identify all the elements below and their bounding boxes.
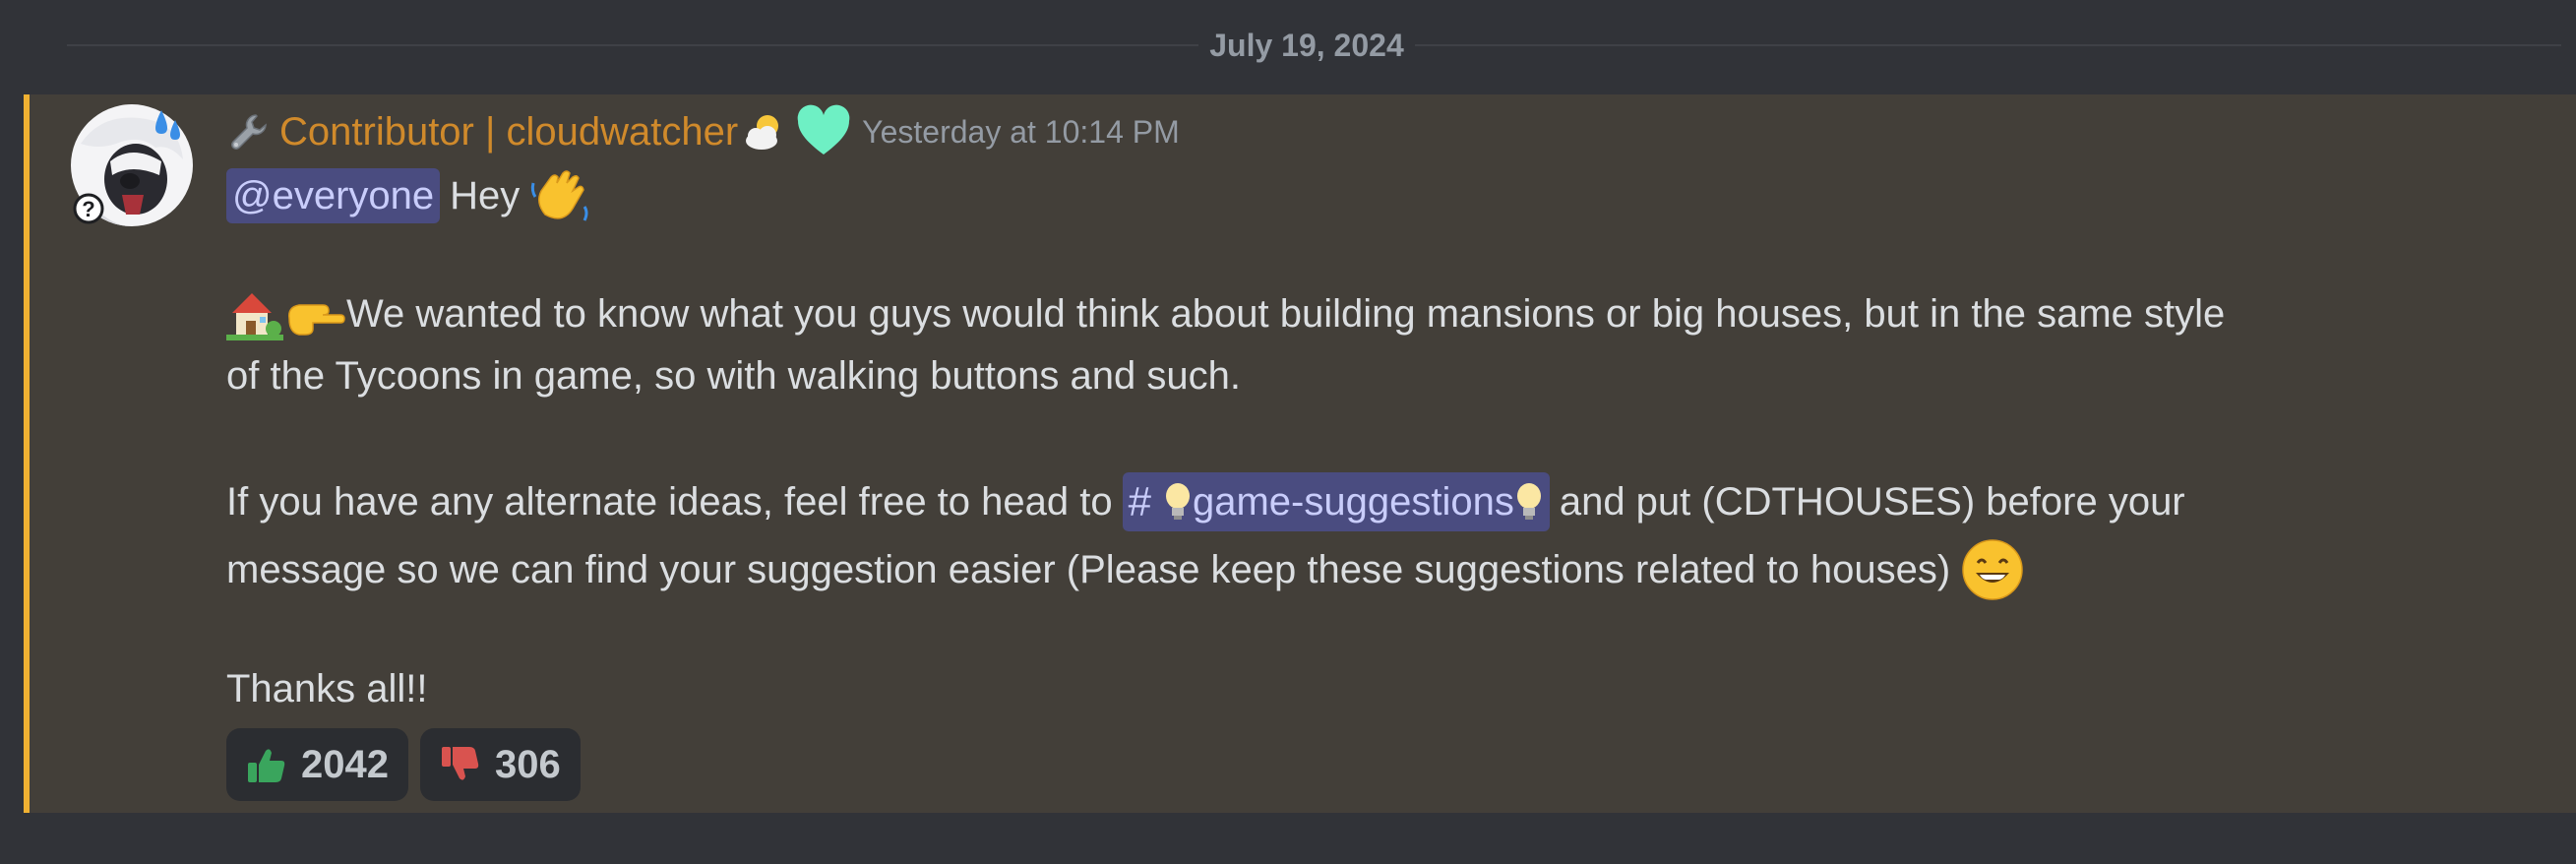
channel-mention-game-suggestions[interactable]: # game-suggestions xyxy=(1122,472,1550,531)
svg-text:?: ? xyxy=(82,197,94,221)
reaction-count: 306 xyxy=(494,742,561,786)
line-2-text: We wanted to know what you guys would th… xyxy=(346,292,2226,336)
channel-name: game-suggestions xyxy=(1192,480,1514,524)
line-4-text-a: If you have any alternate ideas, feel fr… xyxy=(226,480,1113,524)
message-header: Contributor | cloudwatcher Yesterday at … xyxy=(226,103,1180,160)
reaction-count: 2042 xyxy=(301,742,389,786)
message-line-6: Thanks all!! xyxy=(226,661,428,716)
channel-hash-icon: # xyxy=(1128,478,1151,525)
thumbs-up-icon xyxy=(248,749,285,782)
divider-date: July 19, 2024 xyxy=(1209,28,1404,63)
green-heart-icon[interactable] xyxy=(795,103,852,160)
light-bulb-icon xyxy=(1165,483,1190,520)
message-highlighted[interactable]: ? Contributor | cloudwatcher Yesterday a… xyxy=(24,94,2576,813)
light-bulb-icon xyxy=(1516,483,1541,520)
author-name[interactable]: Contributor | cloudwatcher xyxy=(279,106,738,157)
sun-behind-cloud-icon xyxy=(746,115,779,150)
line-1-text: Hey xyxy=(450,174,521,217)
everyone-mention[interactable]: @everyone xyxy=(226,168,441,223)
house-with-garden-icon xyxy=(226,293,283,340)
thumbs-down-icon xyxy=(441,747,479,780)
message-line-1: @everyone Hey xyxy=(226,163,592,228)
reactions-bar: 2042 306 xyxy=(226,728,581,801)
message-line-3: of the Tycoons in game, so with walking … xyxy=(226,348,1241,403)
waving-hand-icon xyxy=(531,170,588,221)
backhand-index-pointing-right-icon xyxy=(287,304,345,336)
message-line-4: If you have any alternate ideas, feel fr… xyxy=(226,472,2185,531)
reaction-thumbs-up[interactable]: 2042 xyxy=(226,728,408,801)
divider-line-right xyxy=(1415,44,2561,46)
line-5-text: message so we can find your suggestion e… xyxy=(226,548,1951,591)
line-3-text: of the Tycoons in game, so with walking … xyxy=(226,354,1241,398)
message-line-2: We wanted to know what you guys would th… xyxy=(226,285,2225,342)
line-6-text: Thanks all!! xyxy=(226,667,428,710)
grinning-face-with-smiling-eyes-icon xyxy=(1962,539,2023,600)
date-divider: July 19, 2024 xyxy=(67,0,2561,91)
message-timestamp[interactable]: Yesterday at 10:14 PM xyxy=(862,106,1180,157)
reaction-thumbs-down[interactable]: 306 xyxy=(419,728,581,801)
wrench-icon xyxy=(231,114,267,150)
divider-line-left xyxy=(67,44,1198,46)
line-4-text-b: and put (CDTHOUSES) before your xyxy=(1559,480,2185,524)
message-line-5: message so we can find your suggestion e… xyxy=(226,537,2025,602)
avatar[interactable]: ? xyxy=(71,104,193,226)
